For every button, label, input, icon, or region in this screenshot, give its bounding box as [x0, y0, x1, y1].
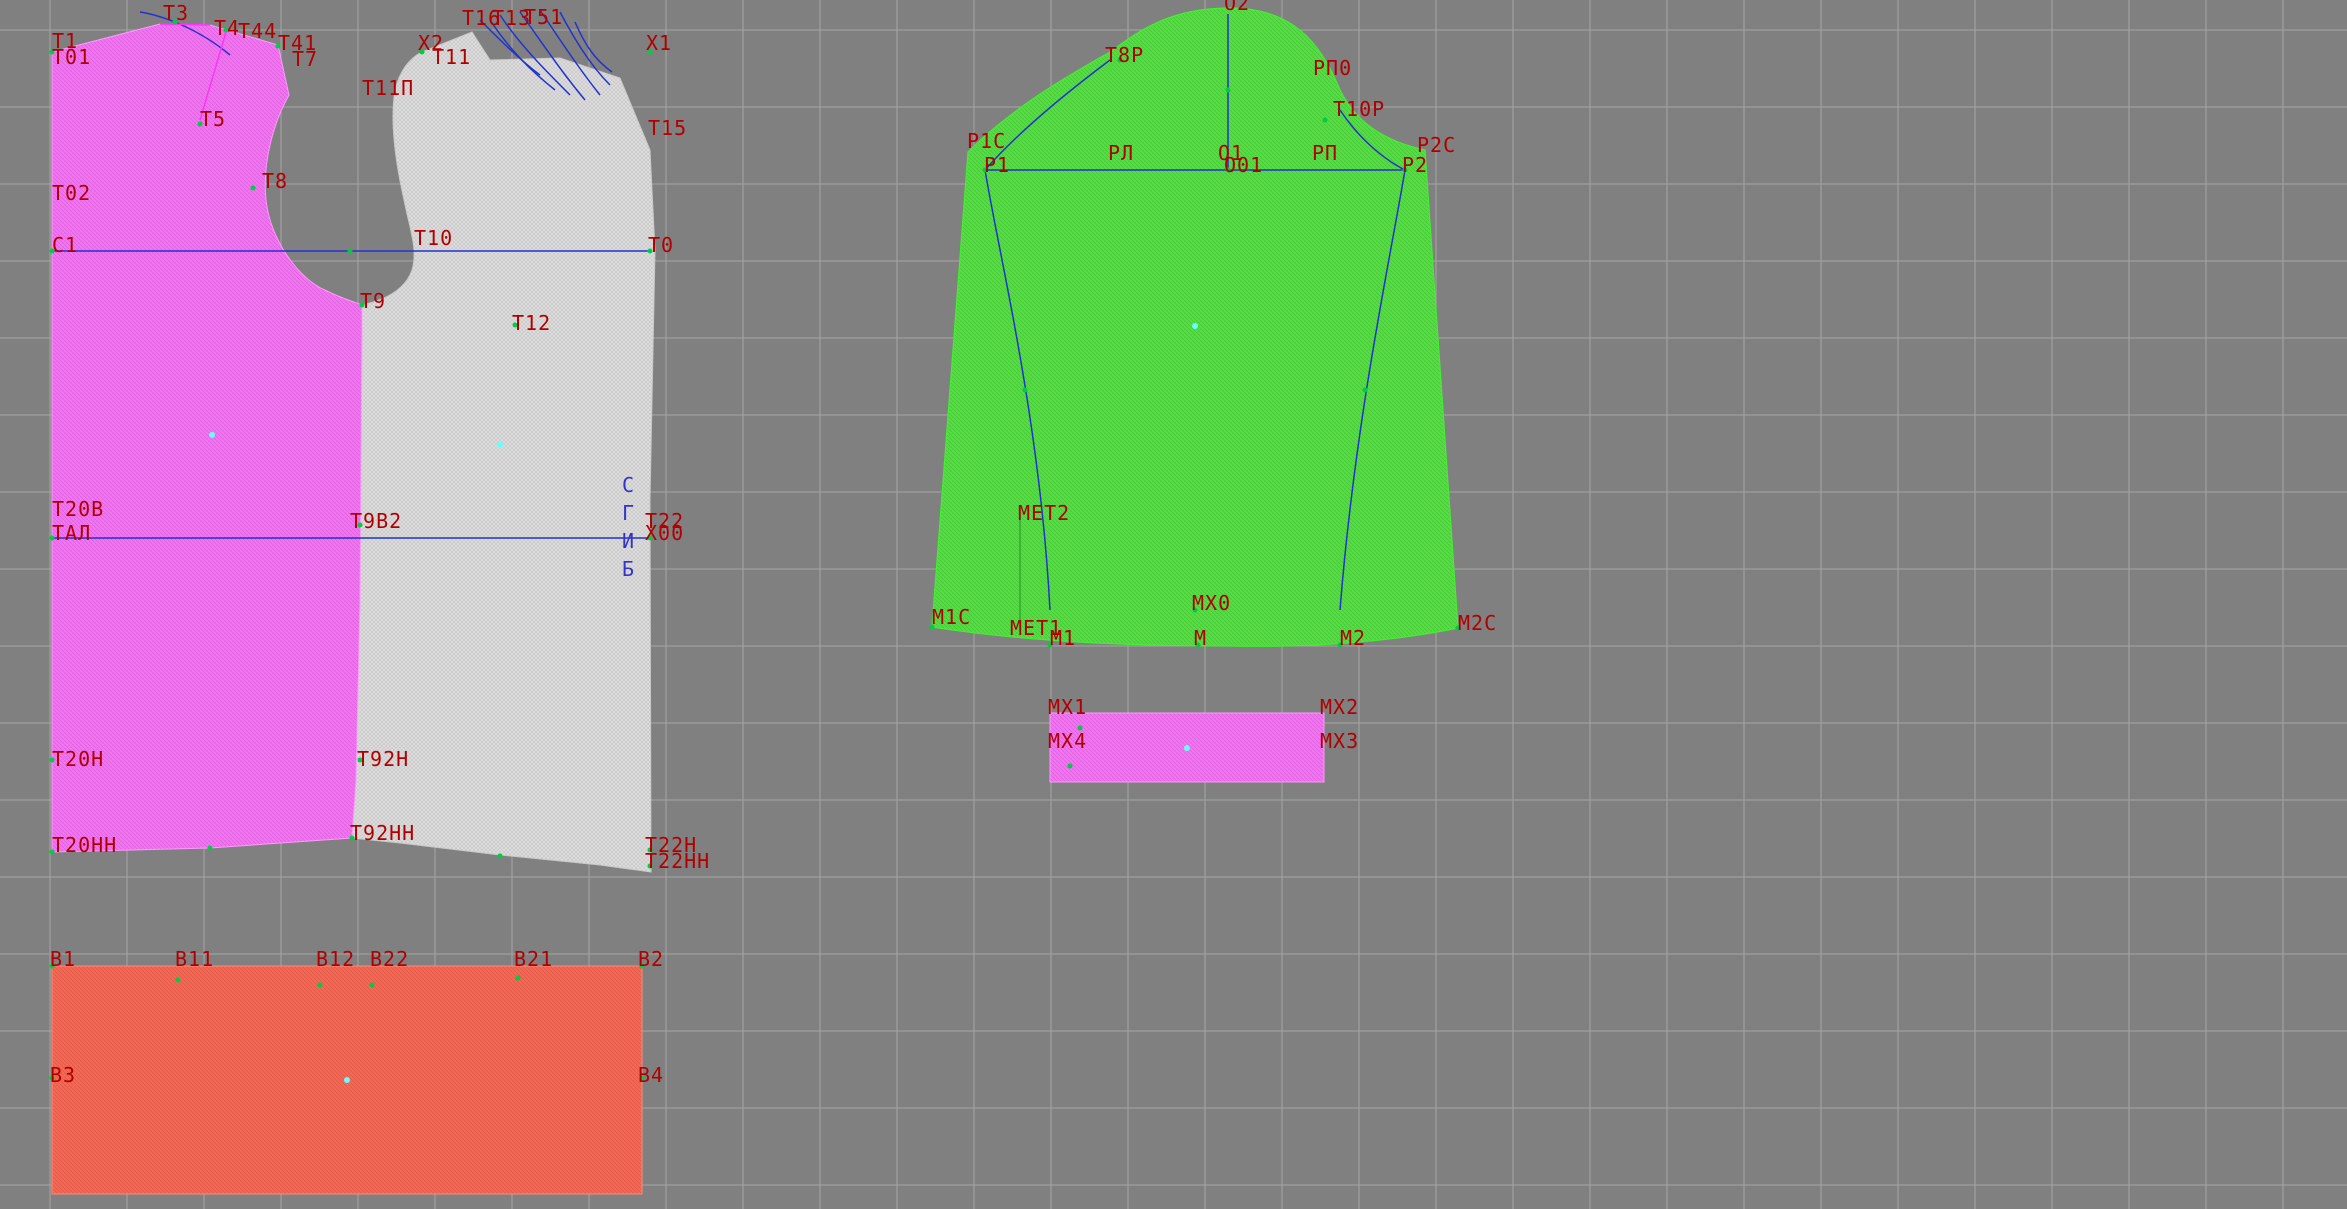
- label-T22NN: T22HH: [645, 849, 710, 873]
- front-piece[interactable]: [51, 23, 363, 853]
- label-X00: X00: [645, 521, 684, 545]
- label-MX1: MX1: [1048, 695, 1087, 719]
- label-T11: T11: [432, 45, 471, 69]
- label-T12: T12: [512, 311, 551, 335]
- pattern-drawing: СГИБ T1 T01 T3 T4 T44 T41 T7 T5 T02 T8 C…: [0, 0, 2347, 1209]
- label-MX0: MX0: [1192, 591, 1231, 615]
- label-B12: B12: [316, 947, 355, 971]
- label-B21: B21: [514, 947, 553, 971]
- label-C1: C1: [52, 233, 78, 257]
- pattern-canvas[interactable]: СГИБ T1 T01 T3 T4 T44 T41 T7 T5 T02 T8 C…: [0, 0, 2347, 1209]
- label-MX2: MX2: [1320, 695, 1359, 719]
- label-T5: T5: [200, 107, 226, 131]
- label-B2: B2: [638, 947, 664, 971]
- label-T44: T44: [238, 19, 277, 43]
- label-M2: M2: [1340, 626, 1366, 650]
- label-RP0: PП0: [1313, 56, 1352, 80]
- label-MX4: MX4: [1048, 729, 1087, 753]
- label-MX3: MX3: [1320, 729, 1359, 753]
- label-B3: B3: [50, 1063, 76, 1087]
- label-T10P: T10P: [1333, 97, 1385, 121]
- back-piece[interactable]: [351, 31, 656, 873]
- label-T20N: T20H: [52, 747, 104, 771]
- label-T11P: T11П: [362, 76, 414, 100]
- label-R1: P1: [984, 153, 1010, 177]
- label-B4: B4: [638, 1063, 664, 1087]
- label-O2: O2: [1224, 0, 1250, 15]
- label-B22: B22: [370, 947, 409, 971]
- label-T01: T01: [52, 45, 91, 69]
- label-M1: M1: [1050, 626, 1076, 650]
- label-T92N: T92H: [357, 747, 409, 771]
- label-T02: T02: [52, 181, 91, 205]
- label-TAL: TAЛ: [52, 521, 91, 545]
- label-T3: T3: [163, 1, 189, 25]
- label-T8: T8: [262, 169, 288, 193]
- label-MET2: MET2: [1018, 501, 1070, 525]
- label-B11: B11: [175, 947, 214, 971]
- label-T51: T51: [524, 5, 563, 29]
- label-T9: T9: [360, 289, 386, 313]
- label-T92NN: T92HH: [350, 821, 415, 845]
- label-T4: T4: [214, 16, 240, 40]
- label-B1: B1: [50, 947, 76, 971]
- label-T20V: T20B: [52, 497, 104, 521]
- label-T9B2: T9B2: [350, 509, 402, 533]
- label-RP: PП: [1312, 141, 1338, 165]
- label-T10: T10: [414, 226, 453, 250]
- label-M2C: M2C: [1458, 611, 1497, 635]
- label-R1C: P1C: [967, 129, 1006, 153]
- label-X1: X1: [646, 31, 672, 55]
- label-T20NN: T20HH: [52, 833, 117, 857]
- label-T8P: T8P: [1105, 43, 1144, 67]
- label-O01: O01: [1224, 153, 1263, 177]
- label-T7: T7: [292, 47, 318, 71]
- label-M: M: [1194, 626, 1207, 650]
- label-T0: T0: [648, 233, 674, 257]
- label-M1C: M1C: [932, 605, 971, 629]
- label-RL: PЛ: [1108, 141, 1134, 165]
- label-R2C: P2C: [1417, 133, 1456, 157]
- label-T15: T15: [648, 116, 687, 140]
